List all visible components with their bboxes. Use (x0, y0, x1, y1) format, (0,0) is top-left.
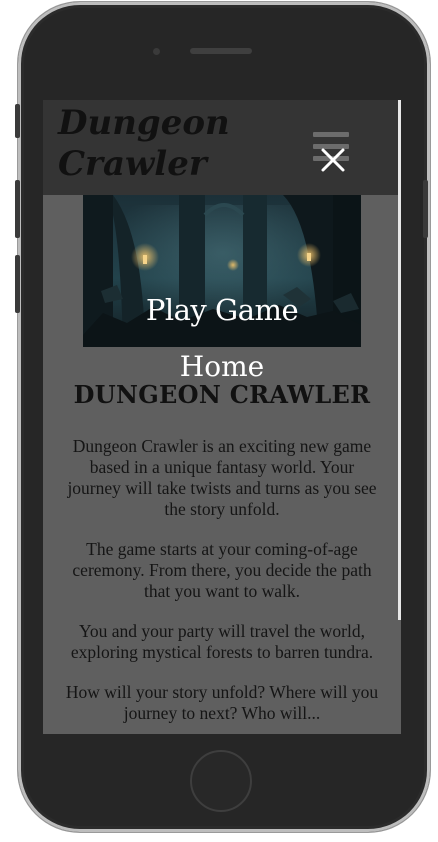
close-icon[interactable] (319, 146, 347, 174)
play-game-link[interactable]: Play Game (83, 293, 361, 327)
power-button (423, 180, 428, 238)
home-nav-link[interactable]: Home (43, 350, 401, 384)
site-title[interactable]: Dungeon Crawler (58, 103, 258, 185)
intro-content: Dungeon Crawler is an exciting new game … (63, 436, 381, 734)
volume-down-button (15, 255, 20, 313)
intro-paragraph: The game starts at your coming-of-age ce… (72, 539, 372, 601)
scrollbar[interactable] (398, 100, 401, 620)
device-screen: Dungeon Crawler Play Game Home DUNGEON C… (43, 100, 401, 734)
volume-up-button (15, 180, 20, 238)
front-camera (153, 48, 160, 55)
site-header: Dungeon Crawler (43, 100, 401, 195)
intro-paragraph: How will your story unfold? Where will y… (65, 682, 379, 723)
mute-switch (15, 104, 20, 138)
page-heading: DUNGEON CRAWLER (73, 380, 371, 409)
intro-paragraph: Dungeon Crawler is an exciting new game … (67, 436, 377, 519)
hero-banner[interactable]: Play Game (83, 195, 361, 347)
home-button[interactable] (190, 750, 252, 812)
earpiece-speaker (190, 48, 252, 54)
intro-paragraph: You and your party will travel the world… (70, 621, 374, 662)
